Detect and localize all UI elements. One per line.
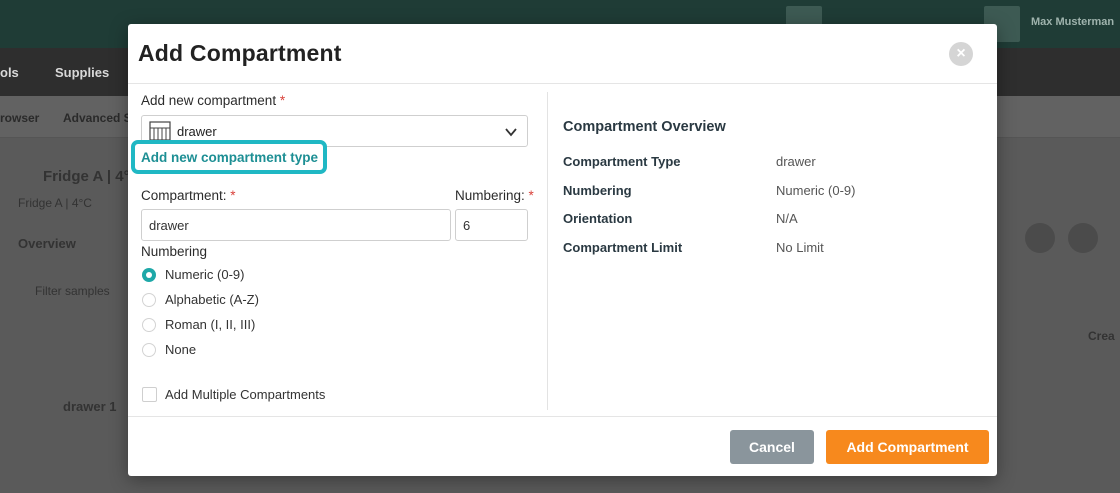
list-item[interactable]: drawer 1 [63, 399, 116, 414]
checkbox-icon[interactable] [142, 387, 157, 402]
numbering-count-input[interactable] [455, 209, 528, 241]
overview-key-numbering: Numbering [563, 183, 632, 198]
required-mark: * [279, 93, 286, 108]
required-mark: * [528, 188, 534, 203]
compartment-overview: Compartment Overview Compartment Type dr… [548, 84, 997, 416]
dialog-header: Add Compartment × [128, 24, 997, 84]
compartment-label: Compartment: * [141, 188, 236, 203]
add-new-compartment-type-link[interactable]: Add new compartment type [131, 140, 327, 174]
filter-samples-input[interactable]: Filter samples [35, 284, 110, 298]
radio-roman[interactable]: Roman (I, II, III) [141, 315, 401, 335]
add-type-link-label: Add new compartment type [141, 150, 319, 165]
add-compartment-button[interactable]: Add Compartment [826, 430, 989, 464]
nav-item-tools[interactable]: ols [0, 65, 19, 80]
add-compartment-dialog: Add Compartment × Add new compartment * … [128, 24, 997, 476]
tab-advanced-search[interactable]: Advanced S [63, 111, 132, 125]
drawer-icon [149, 121, 171, 141]
overview-value-type: drawer [776, 154, 816, 169]
radio-alphabetic[interactable]: Alphabetic (A-Z) [141, 290, 401, 310]
select-value: drawer [177, 124, 217, 139]
edit-icon[interactable] [1025, 223, 1055, 253]
nav-item-supplies[interactable]: Supplies [55, 65, 109, 80]
location-title: Fridge A | 4° [43, 168, 130, 185]
dialog-title: Add Compartment [138, 40, 342, 66]
overview-key-type: Compartment Type [563, 154, 681, 169]
dialog-footer: Cancel Add Compartment [128, 416, 997, 476]
compartment-name-input[interactable] [141, 209, 451, 241]
overview-title: Compartment Overview [563, 119, 726, 135]
radio-none[interactable]: None [141, 340, 401, 360]
overview-value-limit: No Limit [776, 240, 824, 255]
radio-icon[interactable] [142, 318, 156, 332]
numbering-group-label: Numbering [141, 244, 208, 259]
required-mark: * [230, 188, 236, 203]
overview-key-limit: Compartment Limit [563, 240, 683, 255]
overview-key-orientation: Orientation [563, 211, 633, 226]
radio-icon[interactable] [142, 343, 156, 357]
close-icon[interactable]: × [949, 42, 973, 66]
compartment-form: Add new compartment * drawer Add new com… [128, 84, 547, 416]
chevron-down-icon [505, 128, 517, 137]
overview-value-orientation: N/A [776, 211, 798, 226]
tab-overview[interactable]: Overview [18, 236, 76, 251]
numbering-field-label: Numbering: * [455, 188, 534, 203]
create-button[interactable]: Crea [1088, 329, 1115, 343]
add-multiple-compartments-checkbox[interactable]: Add Multiple Compartments [141, 385, 401, 405]
add-new-compartment-label: Add new compartment * [141, 93, 286, 108]
location-subtitle: Fridge A | 4°C [18, 196, 92, 210]
lock-icon[interactable] [1068, 223, 1098, 253]
overview-value-numbering: Numeric (0-9) [776, 183, 856, 198]
radio-icon[interactable] [142, 293, 156, 307]
tab-browser[interactable]: rowser [0, 111, 39, 125]
user-name[interactable]: Max Musterman [1031, 16, 1114, 28]
cancel-button[interactable]: Cancel [730, 430, 814, 464]
radio-numeric[interactable]: Numeric (0-9) [141, 265, 401, 285]
radio-selected-icon[interactable] [142, 268, 156, 282]
